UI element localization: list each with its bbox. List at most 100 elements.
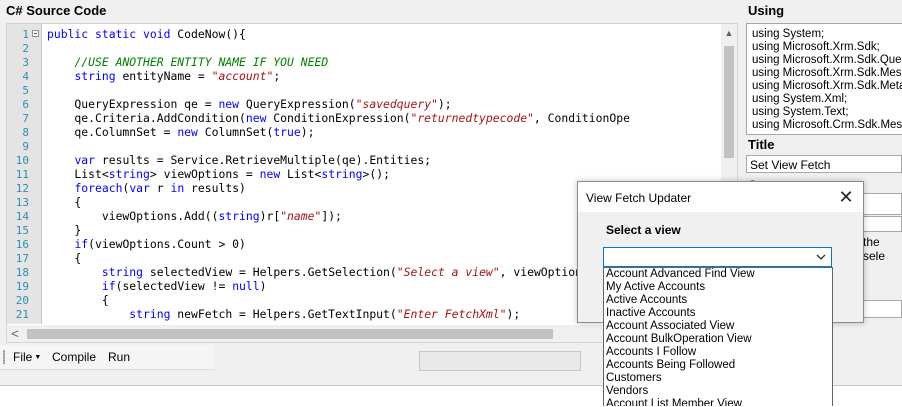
code-line-text: string entityName = "account";	[74, 69, 281, 83]
status-bar-field	[419, 351, 581, 371]
line-number: 19	[15, 280, 29, 293]
view-option[interactable]: Active Accounts	[604, 294, 832, 307]
title-input[interactable]: Set View Fetch	[746, 155, 902, 173]
view-option[interactable]: Account Associated View	[604, 320, 832, 333]
code-section-title: C# Source Code	[6, 3, 107, 18]
chevron-down-icon[interactable]	[814, 250, 828, 264]
fold-toggle	[31, 195, 41, 209]
code-line[interactable]: 10 var results = Service.RetrieveMultipl…	[7, 153, 721, 167]
using-line: using System.Xml;	[752, 93, 848, 105]
toolbar-grip[interactable]	[3, 350, 5, 364]
fold-toggle	[31, 55, 41, 69]
line-number: 10	[15, 154, 29, 167]
scroll-left-icon[interactable]: <	[7, 326, 23, 341]
view-option[interactable]: Accounts Being Followed	[604, 359, 832, 372]
line-number: 6	[22, 98, 29, 111]
fold-toggle	[31, 279, 41, 293]
dialog-titlebar[interactable]: View Fetch Updater ✕	[578, 182, 863, 212]
code-line[interactable]: 11 List<string> viewOptions = new List<s…	[7, 167, 721, 181]
line-number: 3	[22, 56, 29, 69]
fold-toggle	[31, 237, 41, 251]
description-text: the sele	[863, 235, 886, 263]
code-line-text: }	[47, 223, 82, 237]
view-option[interactable]: My Active Accounts	[604, 281, 832, 294]
line-number: 5	[22, 84, 29, 97]
code-line-text: string selectedView = Helpers.GetSelecti…	[101, 265, 603, 279]
scroll-up-icon[interactable]: ▲	[721, 28, 737, 38]
view-option[interactable]: Inactive Accounts	[604, 307, 832, 320]
fold-toggle	[31, 307, 41, 321]
code-line-text: foreach(var r in results)	[74, 181, 246, 195]
fold-toggle	[31, 251, 41, 265]
using-section-title: Using	[748, 3, 785, 18]
fold-toggle	[31, 153, 41, 167]
select-view-label: Select a view	[606, 223, 681, 237]
view-option[interactable]: Accounts I Follow	[604, 346, 832, 359]
code-line-text: if(viewOptions.Count > 0)	[74, 237, 246, 251]
code-line-text: if(newFetch != null && newFetch.Trim() !…	[47, 321, 438, 323]
line-number: 2	[22, 42, 29, 55]
code-line-text: qe.ColumnSet = new ColumnSet(true);	[47, 125, 315, 139]
code-line-text: var results = Service.RetrieveMultiple(q…	[74, 153, 432, 167]
line-number: 18	[15, 266, 29, 279]
line-number: 16	[15, 238, 29, 251]
code-line[interactable]: 4 string entityName = "account";	[7, 69, 721, 83]
line-number: 15	[15, 224, 29, 237]
fold-toggle	[31, 321, 41, 323]
using-line: using Microsoft.Crm.Sdk.Messages;	[752, 119, 902, 131]
code-line[interactable]: 2	[7, 41, 721, 55]
fold-toggle	[31, 125, 41, 139]
using-line: using System;	[752, 28, 825, 40]
code-line[interactable]: 1 public static void CodeNow(){	[7, 27, 721, 41]
code-line[interactable]: 6 QueryExpression qe = new QueryExpressi…	[7, 97, 721, 111]
vertical-scroll-thumb[interactable]	[724, 46, 734, 158]
fold-toggle	[31, 181, 41, 195]
fold-toggle	[31, 41, 41, 55]
view-option[interactable]: Account BulkOperation View	[604, 333, 832, 346]
line-number: 12	[15, 182, 29, 195]
code-line[interactable]: 8 qe.ColumnSet = new ColumnSet(true);	[7, 125, 721, 139]
file-menu-label: File	[13, 350, 33, 364]
code-line-text: if(selectedView != null)	[101, 279, 267, 293]
close-icon[interactable]: ✕	[829, 182, 863, 212]
fold-toggle	[31, 69, 41, 83]
fold-toggle	[31, 111, 41, 125]
fold-toggle	[31, 223, 41, 237]
code-line[interactable]: 5	[7, 83, 721, 97]
line-number: 17	[15, 252, 29, 265]
line-number: 11	[15, 168, 29, 181]
code-line-text: {	[47, 195, 82, 209]
using-line: using Microsoft.Xrm.Sdk.Query;	[752, 54, 902, 66]
line-number: 8	[22, 126, 29, 139]
fold-toggle[interactable]	[31, 27, 41, 41]
line-number: 21	[15, 308, 29, 321]
view-options-list[interactable]: Account Advanced Find View My Active Acco…	[603, 267, 833, 406]
view-option[interactable]: Account Advanced Find View	[604, 268, 832, 281]
title-label: Title	[748, 137, 775, 152]
using-textbox[interactable]: using System; using Microsoft.Xrm.Sdk; usi…	[746, 23, 902, 135]
view-select-combobox[interactable]	[603, 247, 832, 267]
fold-toggle	[31, 97, 41, 111]
fold-toggle	[31, 265, 41, 279]
code-line-text: {	[47, 293, 109, 307]
using-line: using System.Text;	[752, 106, 849, 118]
code-line-text: string newFetch = Helpers.GetTextInput("…	[129, 307, 521, 321]
fold-toggle	[31, 139, 41, 153]
code-line[interactable]: 9	[7, 139, 721, 153]
run-button[interactable]: Run	[108, 350, 130, 364]
line-number: 7	[22, 112, 29, 125]
line-number: 14	[15, 210, 29, 223]
code-line[interactable]: 3 //USE ANOTHER ENTITY NAME IF YOU NEED	[7, 55, 721, 69]
compile-button[interactable]: Compile	[52, 350, 96, 364]
line-number: 13	[15, 196, 29, 209]
file-menu-button[interactable]: File ▼	[13, 350, 41, 364]
line-number: 4	[22, 70, 29, 83]
collapse-icon[interactable]	[32, 30, 39, 37]
code-line-text: public static void CodeNow(){	[47, 27, 246, 41]
view-option[interactable]: Account List Member View	[604, 398, 832, 406]
code-line[interactable]: 7 qe.Criteria.AddCondition(new Condition…	[7, 111, 721, 125]
view-option[interactable]: Customers	[604, 372, 832, 385]
view-option[interactable]: Vendors	[604, 385, 832, 398]
horizontal-scroll-thumb[interactable]	[27, 329, 553, 339]
code-line-text: {	[47, 251, 82, 265]
